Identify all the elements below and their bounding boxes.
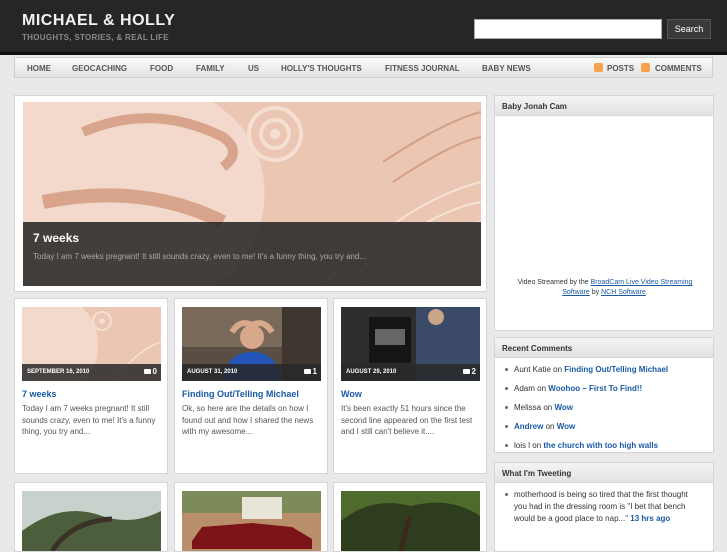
- post-thumbnail[interactable]: AUGUST 29, 2010 2: [341, 307, 480, 381]
- list-item: Aunt Katie on Finding Out/Telling Michae…: [503, 364, 705, 376]
- nav-item-fitness-journal[interactable]: FITNESS JOURNAL: [385, 64, 460, 73]
- comment-count-value: 2: [471, 367, 476, 376]
- post-meta-bar: AUGUST 31, 2010 1: [182, 364, 321, 381]
- comment-count[interactable]: 2: [462, 367, 476, 376]
- comment-icon: [303, 369, 311, 374]
- widget-title: Baby Jonah Cam: [495, 96, 713, 116]
- nav-item-geocaching[interactable]: GEOCACHING: [72, 64, 127, 73]
- site-description: THOUGHTS, STORIES, & REAL LIFE: [22, 33, 169, 42]
- site-header: MICHAEL & HOLLY THOUGHTS, STORIES, & REA…: [0, 0, 727, 55]
- post-card: SEPTEMBER 16, 2010 0 7 weeks Today I am …: [14, 298, 168, 474]
- post-thumbnail[interactable]: AUGUST 31, 2010 1: [182, 307, 321, 381]
- post-thumbnail[interactable]: [182, 491, 321, 551]
- post-card: [14, 482, 168, 552]
- recent-comments-list: Aunt Katie on Finding Out/Telling Michae…: [495, 358, 713, 452]
- featured-image[interactable]: 7 weeks Today I am 7 weeks pregnant! It …: [23, 102, 481, 286]
- search-button[interactable]: Search: [667, 19, 711, 39]
- tweeting-widget: What I'm Tweeting motherhood is being so…: [494, 462, 714, 552]
- main-navigation: HOME GEOCACHING FOOD FAMILY US HOLLY'S T…: [14, 57, 713, 78]
- comment-post-link[interactable]: Finding Out/Telling Michael: [564, 365, 668, 374]
- comment-post-link[interactable]: Wow: [557, 422, 576, 431]
- list-item: Adam on Woohoo – First To Find!!: [503, 383, 705, 395]
- post-excerpt: It's been exactly 51 hours since the sec…: [341, 404, 473, 436]
- cam-credit-text: by: [589, 289, 602, 296]
- widget-title: What I'm Tweeting: [495, 463, 713, 483]
- nav-item-baby-news[interactable]: BABY NEWS: [482, 64, 531, 73]
- featured-caption: 7 weeks Today I am 7 weeks pregnant! It …: [23, 222, 481, 286]
- cam-credit-text: Video Streamed by the: [517, 279, 591, 286]
- post-thumbnail[interactable]: SEPTEMBER 16, 2010 0: [22, 307, 161, 381]
- car-photo-image: [182, 491, 321, 551]
- site-title[interactable]: MICHAEL & HOLLY: [22, 12, 175, 30]
- comment-author: Adam: [514, 384, 535, 393]
- rss-icon: [594, 63, 603, 72]
- featured-title[interactable]: 7 weeks: [33, 231, 79, 245]
- on-label: on: [553, 365, 563, 374]
- comment-author-link[interactable]: Andrew: [514, 422, 543, 431]
- post-card: AUGUST 31, 2010 1 Finding Out/Telling Mi…: [174, 298, 328, 474]
- post-title[interactable]: Finding Out/Telling Michael: [182, 389, 299, 399]
- comment-icon: [462, 369, 470, 374]
- post-title[interactable]: 7 weeks: [22, 389, 57, 399]
- video-player[interactable]: [495, 116, 713, 296]
- tweet-list: motherhood is being so tired that the fi…: [495, 483, 713, 525]
- comment-post-link[interactable]: Woohoo – First To Find!!: [548, 384, 642, 393]
- widget-title: Recent Comments: [495, 338, 713, 358]
- nav-item-family[interactable]: FAMILY: [196, 64, 225, 73]
- on-label: on: [537, 384, 547, 393]
- comment-post-link[interactable]: Wow: [555, 403, 574, 412]
- comment-author: Aunt Katie: [514, 365, 551, 374]
- comment-count-value: 1: [312, 367, 317, 376]
- tweet-time-link[interactable]: 13 hrs ago: [630, 514, 670, 523]
- cam-widget: Baby Jonah Cam Video Streamed by the Bro…: [494, 95, 714, 331]
- post-thumbnail[interactable]: [22, 491, 161, 551]
- post-card: [174, 482, 328, 552]
- comment-icon: [143, 369, 151, 374]
- comment-count-value: 0: [152, 367, 157, 376]
- comment-count[interactable]: 0: [143, 367, 157, 376]
- post-card: [333, 482, 487, 552]
- oak-tree-image: [22, 491, 161, 551]
- nav-item-home[interactable]: HOME: [27, 64, 51, 73]
- comment-count[interactable]: 1: [303, 367, 317, 376]
- rss-icon: [641, 63, 650, 72]
- list-item: lois l on the church with too high walls: [503, 440, 705, 452]
- cam-credit: Video Streamed by the BroadCam Live Vide…: [503, 278, 707, 298]
- featured-post: 7 weeks Today I am 7 weeks pregnant! It …: [14, 95, 487, 292]
- post-excerpt: Today I am 7 weeks pregnant! It still so…: [22, 404, 156, 436]
- recent-comments-widget: Recent Comments Aunt Katie on Finding Ou…: [494, 337, 714, 453]
- list-item: Melissa on Wow: [503, 402, 705, 414]
- on-label: on: [545, 422, 555, 431]
- cam-credit-text: .: [645, 289, 648, 296]
- post-title[interactable]: Wow: [341, 389, 362, 399]
- post-meta-bar: SEPTEMBER 16, 2010 0: [22, 364, 161, 381]
- nch-software-link[interactable]: NCH Software: [601, 289, 646, 296]
- trees-photo-image: [341, 491, 480, 551]
- post-thumbnail[interactable]: [341, 491, 480, 551]
- post-date: SEPTEMBER 16, 2010: [27, 369, 90, 375]
- comments-feed-link[interactable]: COMMENTS: [655, 64, 702, 73]
- posts-feed-link[interactable]: POSTS: [607, 64, 634, 73]
- on-label: on: [532, 441, 542, 450]
- post-card: AUGUST 29, 2010 2 Wow It's been exactly …: [333, 298, 487, 474]
- nav-item-food[interactable]: FOOD: [150, 64, 173, 73]
- post-meta-bar: AUGUST 29, 2010 2: [341, 364, 480, 381]
- post-date: AUGUST 29, 2010: [346, 369, 397, 375]
- post-date: AUGUST 31, 2010: [187, 369, 238, 375]
- list-item: Andrew on Wow: [503, 421, 705, 433]
- comment-author: lois l: [514, 441, 531, 450]
- on-label: on: [543, 403, 553, 412]
- featured-excerpt: Today I am 7 weeks pregnant! It still so…: [33, 252, 367, 261]
- comment-author: Melissa: [514, 403, 542, 412]
- post-excerpt: Ok, so here are the details on how I fou…: [182, 404, 314, 436]
- nav-item-us[interactable]: US: [248, 64, 259, 73]
- comment-post-link[interactable]: the church with too high walls: [543, 441, 658, 450]
- list-item: motherhood is being so tired that the fi…: [503, 489, 699, 525]
- search-input[interactable]: [474, 19, 662, 39]
- nav-item-hollys-thoughts[interactable]: HOLLY'S THOUGHTS: [281, 64, 362, 73]
